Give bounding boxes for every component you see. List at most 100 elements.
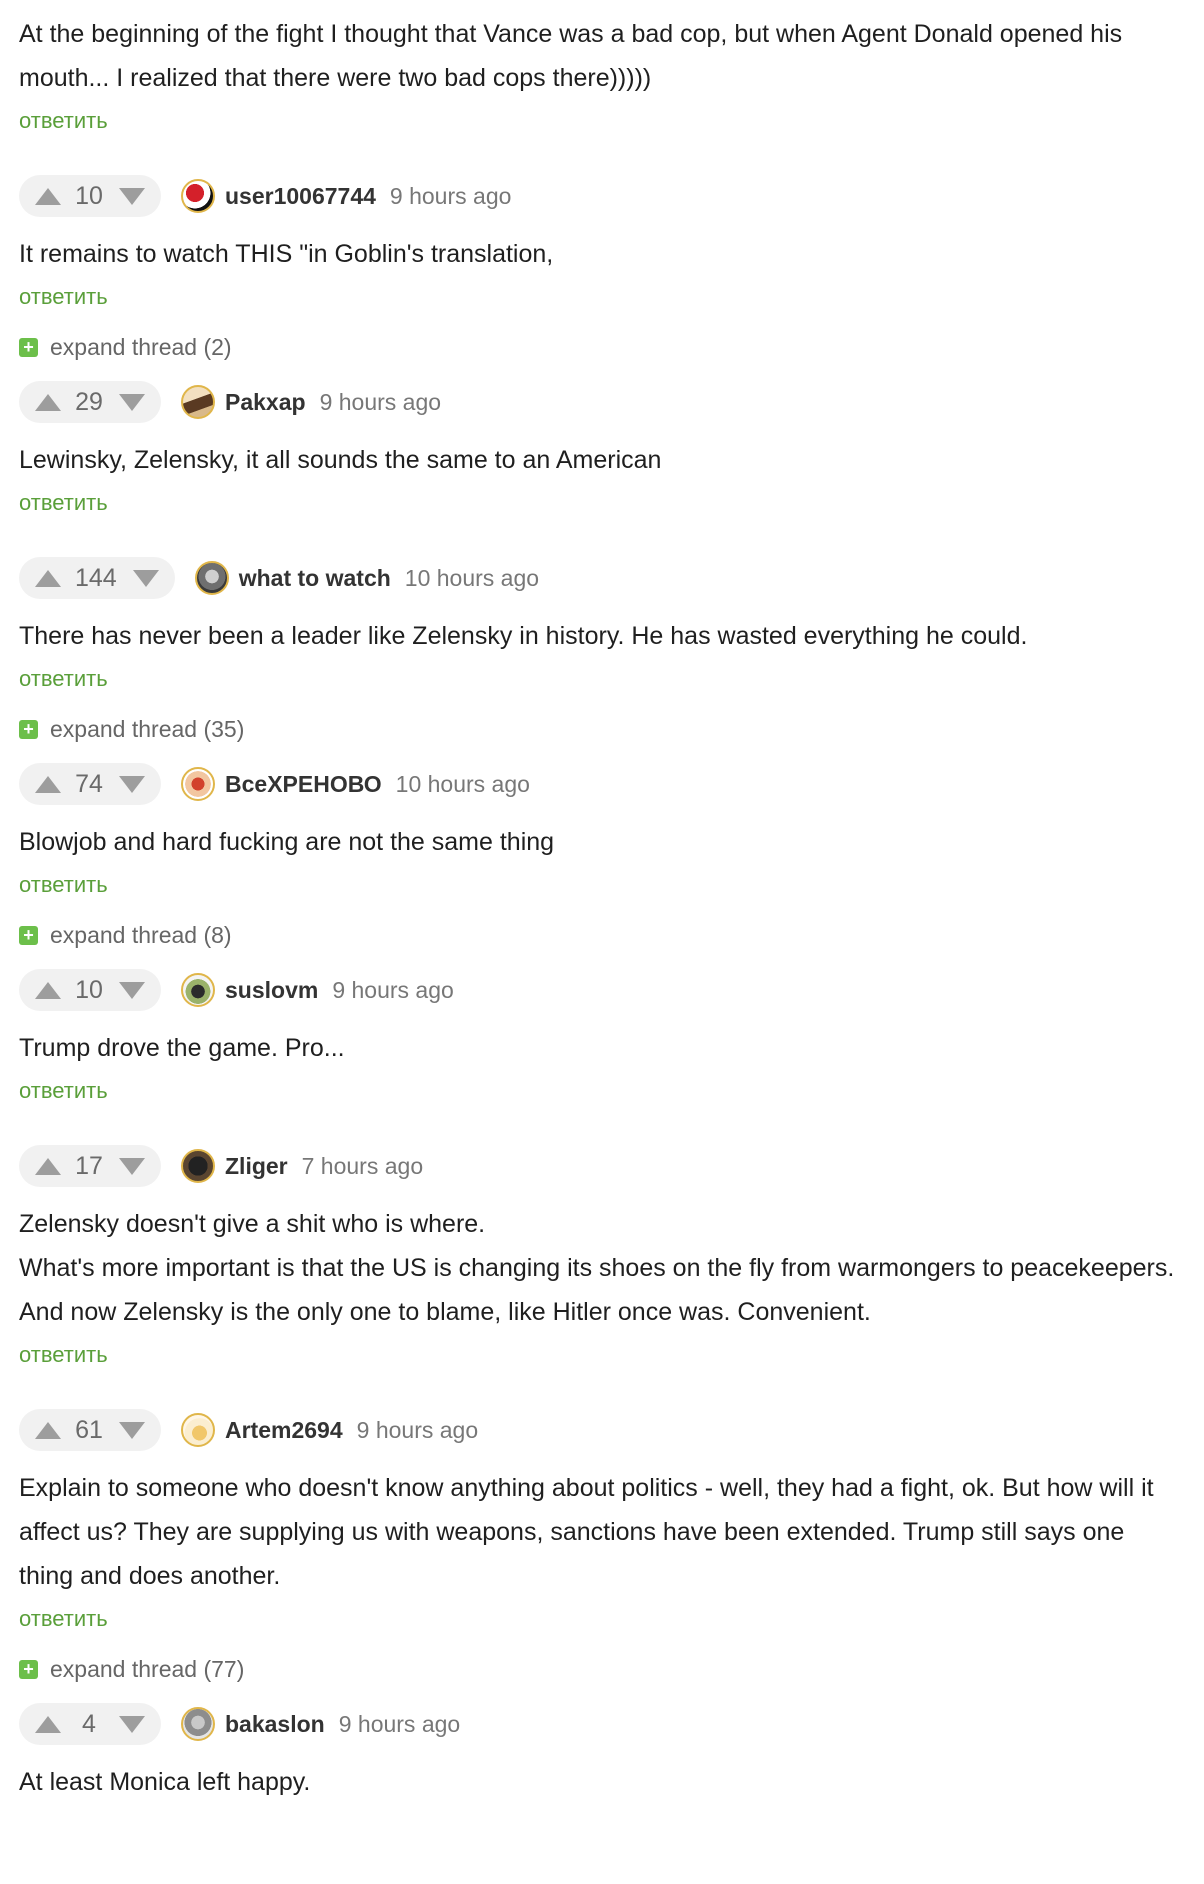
comment-text: At the beginning of the fight I thought … (19, 20, 1123, 92)
downvote-arrow-icon[interactable] (119, 981, 145, 999)
comment-header: 29 Pakxap 9 hours ago (19, 380, 1185, 424)
upvote-arrow-icon[interactable] (35, 569, 61, 587)
plus-icon: + (19, 719, 38, 739)
expand-thread-button[interactable]: + expand thread (35) (19, 714, 244, 744)
downvote-arrow-icon[interactable] (119, 393, 145, 411)
comment-text-line: Zelensky doesn't give a shit who is wher… (19, 1210, 486, 1238)
username[interactable]: suslovm (225, 977, 318, 1004)
comment-header: 10 user10067744 9 hours ago (19, 174, 1185, 218)
comments-feed: At the beginning of the fight I thought … (0, 0, 1204, 1804)
timestamp: 10 hours ago (404, 564, 540, 591)
comment: 4 bakaslon 9 hours ago At least Monica l… (19, 1702, 1185, 1804)
timestamp: 9 hours ago (319, 388, 442, 415)
vote-control: 10 (19, 969, 161, 1011)
expand-thread-label: expand thread (35) (50, 715, 245, 742)
upvote-arrow-icon[interactable] (35, 393, 61, 411)
comment-header: 74 ВсеХРЕНОВО 10 hours ago (19, 762, 1185, 806)
comment-text: It remains to watch THIS "in Goblin's tr… (19, 240, 554, 268)
plus-icon: + (19, 337, 38, 357)
timestamp: 7 hours ago (301, 1152, 424, 1179)
comment: 61 Artem2694 9 hours ago Explain to some… (19, 1408, 1185, 1684)
upvote-arrow-icon[interactable] (35, 981, 61, 999)
zliger-avatar-icon[interactable] (181, 1149, 215, 1183)
expand-thread-label: expand thread (8) (50, 921, 232, 948)
timestamp: 9 hours ago (356, 1416, 479, 1443)
username[interactable]: user10067744 (225, 183, 376, 210)
vsekhrenovo-avatar-icon[interactable] (181, 767, 215, 801)
comment: 10 suslovm 9 hours ago Trump drove the g… (19, 968, 1185, 1106)
vote-count: 74 (75, 769, 103, 798)
vote-count: 29 (75, 387, 103, 416)
upvote-arrow-icon[interactable] (35, 1157, 61, 1175)
reply-link[interactable]: ответить (19, 664, 108, 694)
yin-yang-avatar-icon[interactable] (181, 179, 215, 213)
comment-text: Lewinsky, Zelensky, it all sounds the sa… (19, 446, 662, 474)
comment: 144 what to watch 10 hours ago There has… (19, 556, 1185, 744)
comment: 10 user10067744 9 hours ago It remains t… (19, 174, 1185, 362)
vote-control: 61 (19, 1409, 161, 1451)
expand-thread-button[interactable]: + expand thread (2) (19, 332, 232, 362)
vote-count: 4 (82, 1709, 96, 1738)
reply-link[interactable]: ответить (19, 1604, 108, 1634)
username[interactable]: what to watch (239, 565, 391, 592)
vote-control: 10 (19, 175, 161, 217)
expand-thread-button[interactable]: + expand thread (77) (19, 1654, 244, 1684)
comment-text: Explain to someone who doesn't know anyt… (19, 1474, 1154, 1590)
vote-count: 144 (75, 563, 117, 592)
comment-header: 4 bakaslon 9 hours ago (19, 1702, 1185, 1746)
downvote-arrow-icon[interactable] (119, 187, 145, 205)
expand-thread-label: expand thread (2) (50, 333, 232, 360)
upvote-arrow-icon[interactable] (35, 775, 61, 793)
comment: 17 Zliger 7 hours ago Zelensky doesn't g… (19, 1144, 1185, 1370)
timestamp: 9 hours ago (389, 182, 512, 209)
reply-link[interactable]: ответить (19, 1340, 108, 1370)
reply-link[interactable]: ответить (19, 106, 108, 136)
upvote-arrow-icon[interactable] (35, 1715, 61, 1733)
timestamp: 9 hours ago (332, 976, 454, 1003)
downvote-arrow-icon[interactable] (132, 569, 159, 587)
comment: 74 ВсеХРЕНОВО 10 hours ago Blowjob and h… (19, 762, 1185, 950)
comment: 29 Pakxap 9 hours ago Lewinsky, Zelensky… (19, 380, 1185, 518)
vote-count: 10 (75, 975, 103, 1004)
pakxap-avatar-icon[interactable] (181, 385, 215, 419)
reply-link[interactable]: ответить (19, 282, 108, 312)
vote-count: 17 (75, 1151, 103, 1180)
vote-control: 4 (19, 1703, 161, 1745)
downvote-arrow-icon[interactable] (119, 775, 145, 793)
comment-header: 144 what to watch 10 hours ago (19, 556, 1185, 600)
upvote-arrow-icon[interactable] (35, 1421, 61, 1439)
reply-link[interactable]: ответить (19, 488, 108, 518)
timestamp: 10 hours ago (395, 770, 530, 797)
downvote-arrow-icon[interactable] (119, 1715, 145, 1733)
username[interactable]: Zliger (225, 1153, 288, 1180)
reply-link[interactable]: ответить (19, 1076, 108, 1106)
vote-control: 144 (19, 557, 175, 599)
plus-icon: + (19, 925, 38, 945)
vote-count: 61 (75, 1415, 103, 1444)
comment-text: Trump drove the game. Pro... (19, 1034, 345, 1062)
vote-count: 10 (75, 181, 103, 210)
downvote-arrow-icon[interactable] (119, 1157, 145, 1175)
timestamp: 9 hours ago (338, 1710, 461, 1737)
comment-text: At least Monica left happy. (19, 1768, 311, 1796)
artem2694-avatar-icon[interactable] (181, 1413, 215, 1447)
comment-text: There has never been a leader like Zelen… (19, 622, 1028, 650)
downvote-arrow-icon[interactable] (119, 1421, 145, 1439)
comment-text: Blowjob and hard fucking are not the sam… (19, 828, 555, 856)
expand-thread-label: expand thread (77) (50, 1655, 245, 1682)
username[interactable]: ВсеХРЕНОВО (225, 771, 382, 798)
expand-thread-button[interactable]: + expand thread (8) (19, 920, 232, 950)
what-to-watch-avatar-icon[interactable] (194, 561, 229, 595)
username[interactable]: bakaslon (225, 1711, 325, 1738)
comment-text-line: And now Zelensky is the only one to blam… (19, 1298, 871, 1326)
suslovm-avatar-icon[interactable] (181, 973, 215, 1007)
vote-control: 74 (19, 763, 161, 805)
upvote-arrow-icon[interactable] (35, 187, 61, 205)
reply-link[interactable]: ответить (19, 870, 108, 900)
comment-header: 61 Artem2694 9 hours ago (19, 1408, 1185, 1452)
username[interactable]: Pakxap (225, 389, 306, 416)
comment-header: 10 suslovm 9 hours ago (19, 968, 1185, 1012)
comment-header: 17 Zliger 7 hours ago (19, 1144, 1185, 1188)
bakaslon-avatar-icon[interactable] (181, 1707, 215, 1741)
username[interactable]: Artem2694 (225, 1417, 343, 1444)
